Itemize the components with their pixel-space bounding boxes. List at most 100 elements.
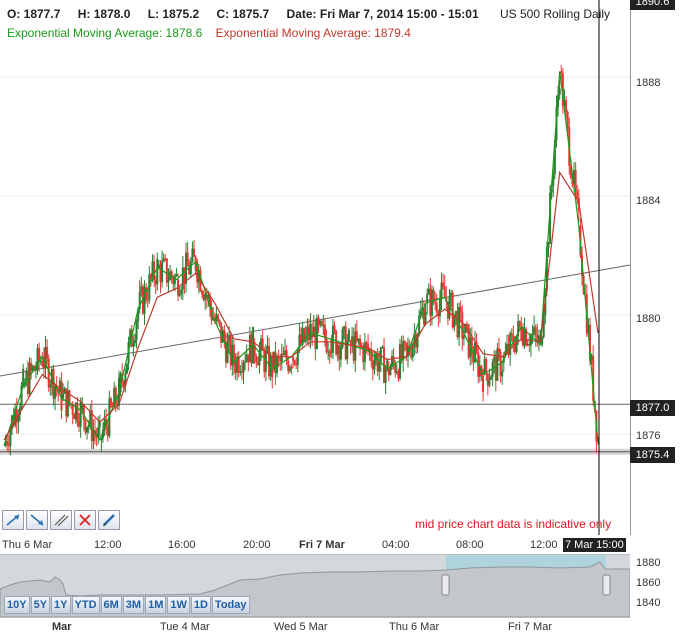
candle-body (201, 291, 203, 295)
candle-body (86, 427, 89, 433)
candle-body (34, 369, 37, 371)
candle-body (87, 424, 90, 428)
candle-body (62, 393, 65, 399)
time-tick: 16:00 (168, 539, 196, 551)
range-today-button[interactable]: Today (211, 596, 250, 614)
candle-body (189, 261, 192, 275)
candle-body (534, 327, 537, 335)
ema-slow-label[interactable]: Exponential Moving Average: 1879.4 (216, 26, 411, 40)
candle-body (386, 359, 389, 369)
candle-body (384, 368, 387, 383)
parallel-channel-button[interactable] (50, 510, 72, 530)
range-5y-button[interactable]: 5Y (30, 596, 51, 614)
candle-body (574, 169, 577, 192)
candle-body (82, 404, 85, 421)
time-tick: 20:00 (243, 539, 271, 551)
candle-body (509, 333, 512, 355)
trend-line-icon (6, 514, 20, 526)
delete-drawings-icon (79, 514, 91, 526)
candle-body (9, 429, 12, 447)
navigator-left-handle[interactable] (441, 574, 450, 596)
navigator-right-handle[interactable] (602, 574, 611, 596)
candle-body (325, 338, 328, 353)
candle-body (244, 361, 247, 363)
candle-body (501, 371, 504, 377)
candle-body (76, 402, 79, 423)
candle-body (461, 312, 464, 339)
candle-body (333, 325, 336, 331)
candle-body (424, 311, 427, 325)
candle-body (389, 367, 392, 376)
candle-body (443, 286, 446, 297)
price-tick: 1884 (636, 195, 661, 207)
ray-line-button[interactable] (26, 510, 48, 530)
price-tick: 1876 (636, 430, 661, 442)
candle-body (373, 360, 376, 370)
candle-body (370, 349, 373, 362)
candle-body (565, 100, 568, 113)
candle-body (98, 422, 101, 428)
candle-body (309, 323, 312, 341)
candle-body (435, 302, 438, 313)
navigator-date-label: Wed 5 Mar (274, 621, 328, 633)
candle-body (125, 363, 128, 374)
candle-body (482, 375, 485, 392)
parallel-channel-icon (54, 514, 69, 527)
pencil-button[interactable] (98, 510, 120, 530)
navigator-tick: 1840 (636, 597, 661, 609)
delete-drawings-button[interactable] (74, 510, 96, 530)
ohlc-readout: O: 1877.7 H: 1878.0 L: 1875.2 C: 1875.7 … (7, 7, 624, 21)
navigator-date-label: Mar (52, 621, 72, 633)
candle-body (242, 362, 245, 373)
candle-body (426, 294, 429, 304)
candle-body (365, 342, 368, 344)
candle-body (510, 333, 513, 336)
candle-body (560, 71, 563, 74)
candle-body (293, 360, 296, 365)
trend-line-button[interactable] (2, 510, 24, 530)
candle-body (292, 356, 295, 361)
range-1y-button[interactable]: 1Y (51, 596, 71, 614)
candlestick-chart[interactable] (0, 0, 630, 535)
ray-line-icon (30, 514, 44, 526)
range-3m-button[interactable]: 3M (122, 596, 145, 614)
candle-body (323, 324, 326, 339)
crosshair-price-box: 1877.0 (630, 400, 675, 416)
candle-body (178, 294, 181, 296)
candle-body (359, 338, 362, 346)
range-1d-button[interactable]: 1D (190, 596, 211, 614)
candle-body (46, 346, 49, 359)
high-value: H: 1878.0 (77, 7, 131, 21)
price-chart[interactable] (0, 0, 630, 535)
candle-body (518, 321, 521, 327)
candle-body (488, 379, 491, 386)
candle-body (462, 335, 465, 339)
time-tick: 12:00 (530, 539, 558, 551)
range-ytd-button[interactable]: YTD (71, 596, 100, 614)
candle-body (68, 390, 71, 404)
candle-body (341, 329, 344, 348)
candle-body (392, 356, 395, 364)
indicative-notice: mid price chart data is indicative only (415, 517, 612, 531)
indicator-legend: Exponential Moving Average: 1878.6 Expon… (7, 26, 411, 40)
candle-body (156, 258, 159, 285)
candle-body (531, 334, 534, 336)
candle-body (173, 275, 176, 285)
range-1m-button[interactable]: 1M (145, 596, 167, 614)
candle-body (255, 356, 258, 363)
candle-body (180, 289, 183, 295)
low-value: L: 1875.2 (147, 7, 200, 21)
range-1w-button[interactable]: 1W (167, 596, 190, 614)
range-6m-button[interactable]: 6M (100, 596, 122, 614)
time-tick: 08:00 (456, 539, 484, 551)
ema-fast-label[interactable]: Exponential Moving Average: 1878.6 (7, 26, 202, 40)
candle-body (49, 384, 52, 388)
price-tick: 1888 (636, 77, 661, 89)
candle-body (186, 252, 189, 267)
candle-body (161, 261, 164, 283)
candle-body (218, 319, 221, 323)
candle-body (226, 341, 229, 363)
range-10y-button[interactable]: 10Y (4, 596, 30, 614)
navigator-date-label: Fri 7 Mar (508, 621, 552, 633)
candle-body (216, 314, 219, 320)
